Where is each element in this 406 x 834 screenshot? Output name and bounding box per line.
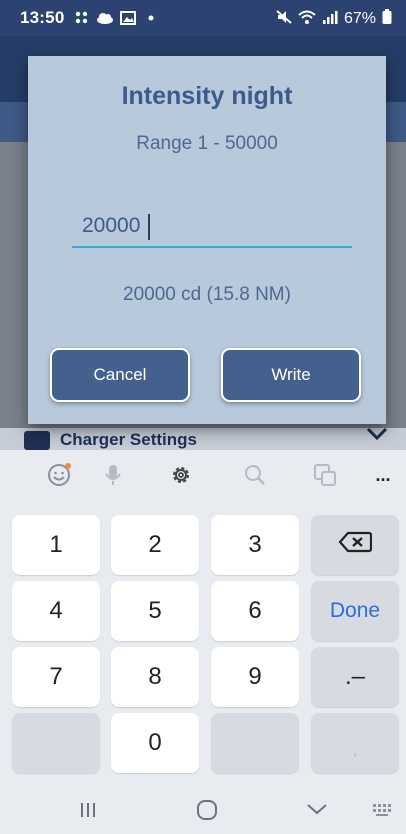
key-2[interactable]: 2 xyxy=(111,515,199,575)
intensity-conversion: 20000 cd (15.8 NM) xyxy=(123,284,291,305)
keyboard-switch-icon[interactable] xyxy=(372,802,394,823)
intensity-dialog: Intensity night Range 1 - 50000 20000 cd… xyxy=(28,56,386,424)
battery-icon xyxy=(382,9,392,29)
blank-key-left xyxy=(12,713,100,773)
write-button[interactable]: Write xyxy=(221,348,361,402)
key-6[interactable]: 6 xyxy=(211,581,299,641)
status-bar: 13:50 67% xyxy=(0,0,406,36)
dialog-title: Intensity night xyxy=(121,82,293,110)
home-icon[interactable] xyxy=(196,799,218,826)
comma-key[interactable]: , xyxy=(311,713,399,773)
chevron-down-icon xyxy=(366,428,388,447)
emoji-icon[interactable] xyxy=(44,460,74,490)
settings-gear-icon[interactable] xyxy=(166,460,196,490)
mute-icon xyxy=(276,9,292,29)
key-0[interactable]: 0 xyxy=(111,713,199,773)
back-chevron-icon[interactable] xyxy=(306,802,328,821)
blank-key-right xyxy=(211,713,299,773)
more-options-icon[interactable]: ... xyxy=(368,460,398,490)
dot-icon xyxy=(148,10,154,26)
done-key[interactable]: Done xyxy=(311,581,399,641)
key-7[interactable]: 7 xyxy=(12,647,100,707)
backspace-key[interactable] xyxy=(311,515,399,575)
wifi-icon xyxy=(298,10,316,29)
keyboard-toolbar: ... xyxy=(0,450,406,500)
grid-dots-icon xyxy=(74,10,92,26)
intensity-input[interactable] xyxy=(72,206,352,248)
key-4[interactable]: 4 xyxy=(12,581,100,641)
cloud-icon xyxy=(96,10,114,26)
recent-apps-icon[interactable] xyxy=(78,800,98,825)
dialog-range: Range 1 - 50000 xyxy=(136,133,278,154)
charger-settings-label: Charger Settings xyxy=(60,430,197,449)
battery-text: 67% xyxy=(343,10,376,27)
status-time: 13:50 xyxy=(20,8,65,27)
key-5[interactable]: 5 xyxy=(111,581,199,641)
numeric-keyboard: ... 1 2 3 4 5 6 Done 7 8 9 .– 0 , xyxy=(0,450,406,834)
navigation-bar xyxy=(0,788,406,834)
key-1[interactable]: 1 xyxy=(12,515,100,575)
microphone-icon[interactable] xyxy=(98,460,128,490)
cancel-button[interactable]: Cancel xyxy=(50,348,190,402)
translate-icon[interactable] xyxy=(310,460,340,490)
key-8[interactable]: 8 xyxy=(111,647,199,707)
charger-settings-row[interactable]: Charger Settings xyxy=(0,428,406,450)
key-9[interactable]: 9 xyxy=(211,647,299,707)
charger-icon xyxy=(24,431,50,450)
signal-icon xyxy=(322,10,338,29)
search-icon[interactable] xyxy=(240,460,270,490)
minus-period-key[interactable]: .– xyxy=(311,647,399,707)
text-caret xyxy=(148,214,150,240)
backspace-icon xyxy=(338,531,373,560)
key-3[interactable]: 3 xyxy=(211,515,299,575)
image-icon xyxy=(120,10,136,26)
status-right: 67% xyxy=(276,9,392,29)
